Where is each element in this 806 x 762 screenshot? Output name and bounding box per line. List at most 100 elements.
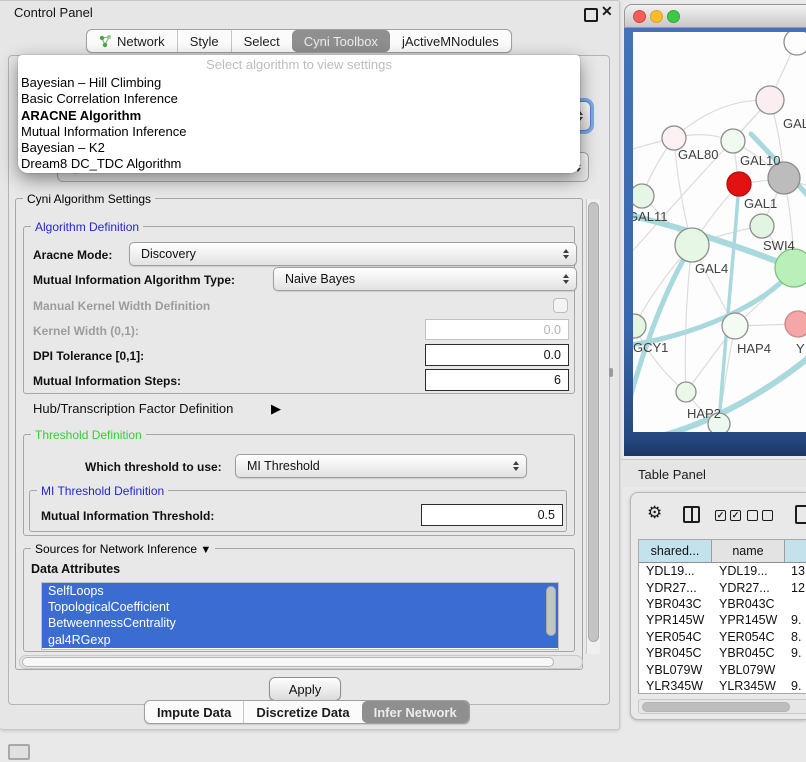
dropdown-item[interactable]: Basic Correlation Inference [18, 91, 580, 107]
node-gal1-selected[interactable] [727, 172, 751, 196]
network-graph: GAL GAL80 GAL10 GAL1 GAL11 SWI4 GAL4 GCY… [633, 32, 806, 432]
aracne-mode-select[interactable]: Discovery [129, 242, 577, 266]
split-columns-icon[interactable] [683, 506, 700, 523]
tab-network[interactable]: Network [87, 30, 177, 52]
node[interactable] [784, 32, 806, 55]
mi-steps-label: Mutual Information Steps: [33, 374, 181, 388]
node-hap4[interactable] [722, 313, 748, 339]
stepper-icon [513, 461, 519, 471]
node-gal4[interactable] [675, 228, 709, 262]
select-all-checkboxes-icon[interactable]: ✓✓ [715, 510, 741, 521]
dropdown-item-selected[interactable]: ARACNE Algorithm [18, 108, 580, 124]
apply-button[interactable]: Apply [269, 677, 341, 701]
dpi-tolerance-field[interactable]: 0.0 [425, 344, 569, 366]
mi-threshold-field[interactable]: 0.5 [421, 504, 563, 526]
deselect-all-checkboxes-icon[interactable] [747, 510, 773, 521]
minimize-traffic-icon[interactable] [650, 10, 663, 23]
table-row[interactable]: YBR043CYBR043C [639, 596, 806, 612]
network-selected-frame: GAL GAL80 GAL10 GAL1 GAL11 SWI4 GAL4 GCY… [624, 28, 806, 456]
tab-style[interactable]: Style [177, 30, 231, 52]
table-row[interactable]: YPR145WYPR145W9. [639, 612, 806, 628]
tab-infer-network[interactable]: Infer Network [362, 701, 469, 723]
minimized-panel-icon[interactable] [8, 744, 30, 760]
control-panel-window: Control Panel ✕ Network Style Select Cyn… [0, 0, 620, 730]
node-label: GAL80 [678, 147, 718, 162]
table-panel-title: Table Panel [638, 467, 706, 482]
tab-cyni-toolbox[interactable]: Cyni Toolbox [292, 30, 390, 52]
tab-impute-data[interactable]: Impute Data [145, 701, 243, 723]
table-row[interactable]: YBL079WYBL079W [639, 661, 806, 677]
node-label: GCY1 [633, 340, 668, 355]
hscrollbar-thumb[interactable] [22, 657, 554, 667]
dropdown-item[interactable]: Bayesian – Hill Climbing [18, 75, 580, 91]
list-item[interactable]: TopologicalCoefficient [42, 599, 558, 615]
tab-jactivemnodules[interactable]: jActiveMNodules [390, 30, 511, 52]
kernel-width-field[interactable]: 0.0 [425, 319, 569, 340]
which-threshold-label: Which threshold to use: [85, 460, 222, 474]
column-header-name[interactable]: name [712, 540, 785, 562]
tab-select[interactable]: Select [231, 30, 292, 52]
network-canvas[interactable]: GAL GAL80 GAL10 GAL1 GAL11 SWI4 GAL4 GCY… [633, 32, 806, 432]
collapsed-arrow-icon[interactable]: ▶ [271, 401, 281, 417]
mi-algorithm-type-select[interactable]: Naive Bayes [273, 267, 577, 291]
network-icon [99, 35, 112, 48]
group-title: Threshold Definition [31, 428, 146, 442]
column-header[interactable] [785, 540, 806, 562]
data-attributes-list[interactable]: SelfLoops TopologicalCoefficient Between… [41, 582, 559, 650]
node-label: GAL [783, 116, 806, 131]
node-label: SWI4 [763, 238, 795, 253]
node-hap2[interactable] [676, 382, 696, 402]
node-label: GAL11 [633, 209, 668, 224]
zoom-traffic-icon[interactable] [667, 10, 680, 23]
node-label: GAL10 [740, 153, 780, 168]
group-title: Sources for Network Inference ▼ [31, 542, 215, 556]
table-panel-window: ⚙ ✓✓ shared... name YDL19...YDL19...13 Y… [630, 492, 806, 720]
manual-kernel-checkbox[interactable] [553, 298, 568, 313]
scrollbar-thumb[interactable] [588, 202, 599, 642]
hub-definition-label[interactable]: Hub/Transcription Factor Definition [33, 401, 233, 416]
node-label: Y [796, 341, 805, 356]
stepper-icon [563, 274, 569, 284]
network-view-window: GAL GAL80 GAL10 GAL1 GAL11 SWI4 GAL4 GCY… [624, 4, 806, 456]
dropdown-item[interactable]: Bayesian – K2 [18, 140, 580, 156]
node-label: GAL4 [695, 261, 728, 276]
table-row[interactable]: YDL19...YDL19...13 [639, 563, 806, 579]
node-gcy1[interactable] [633, 314, 646, 338]
node-gal7[interactable] [756, 86, 784, 114]
table-row[interactable]: YDR27...YDR27...12 [639, 579, 806, 595]
dropdown-item[interactable]: Mutual Information Inference [18, 124, 580, 140]
gear-icon[interactable]: ⚙ [647, 503, 662, 523]
settings-hscrollbar[interactable] [19, 655, 583, 669]
list-scrollbar-thumb[interactable] [546, 586, 556, 636]
window-title: Control Panel [14, 5, 93, 20]
dropdown-item[interactable]: Dream8 DC_TDC Algorithm [18, 156, 580, 172]
node-salmon[interactable] [785, 311, 806, 337]
node-gal11[interactable] [633, 184, 654, 208]
column-header-shared-name[interactable]: shared... [639, 540, 712, 562]
panel-splitter-handle[interactable] [609, 368, 613, 377]
float-window-icon[interactable] [584, 8, 598, 22]
file-export-icon[interactable] [795, 505, 806, 524]
group-title: Algorithm Definition [31, 220, 143, 234]
node-green-large[interactable] [775, 249, 806, 287]
table-hscrollbar[interactable] [638, 699, 806, 714]
node-swi4[interactable] [750, 214, 774, 238]
table-row[interactable]: YER054CYER054C8. [639, 629, 806, 645]
list-item[interactable]: gal4RGexp [42, 632, 558, 648]
node-gal10[interactable] [721, 129, 745, 153]
settings-scrollbar[interactable] [586, 199, 600, 654]
table-row[interactable]: YBR045CYBR045C9. [639, 645, 806, 661]
which-threshold-select[interactable]: MI Threshold [235, 454, 527, 478]
table-row[interactable]: YLR345WYLR345W9. [639, 678, 806, 694]
list-item[interactable]: SelfLoops [42, 583, 558, 599]
close-icon[interactable]: ✕ [601, 3, 613, 20]
list-item[interactable]: BetweennessCentrality [42, 615, 558, 631]
hscrollbar-thumb[interactable] [642, 702, 790, 712]
tab-discretize-data[interactable]: Discretize Data [243, 701, 361, 723]
mi-threshold-label: Mutual Information Threshold: [41, 509, 214, 523]
network-window-titlebar[interactable] [624, 4, 806, 28]
mi-steps-field[interactable]: 6 [425, 369, 569, 391]
aracne-mode-label: Aracne Mode: [33, 248, 112, 262]
close-traffic-icon[interactable] [633, 10, 646, 23]
expanded-arrow-icon[interactable]: ▼ [200, 544, 211, 556]
